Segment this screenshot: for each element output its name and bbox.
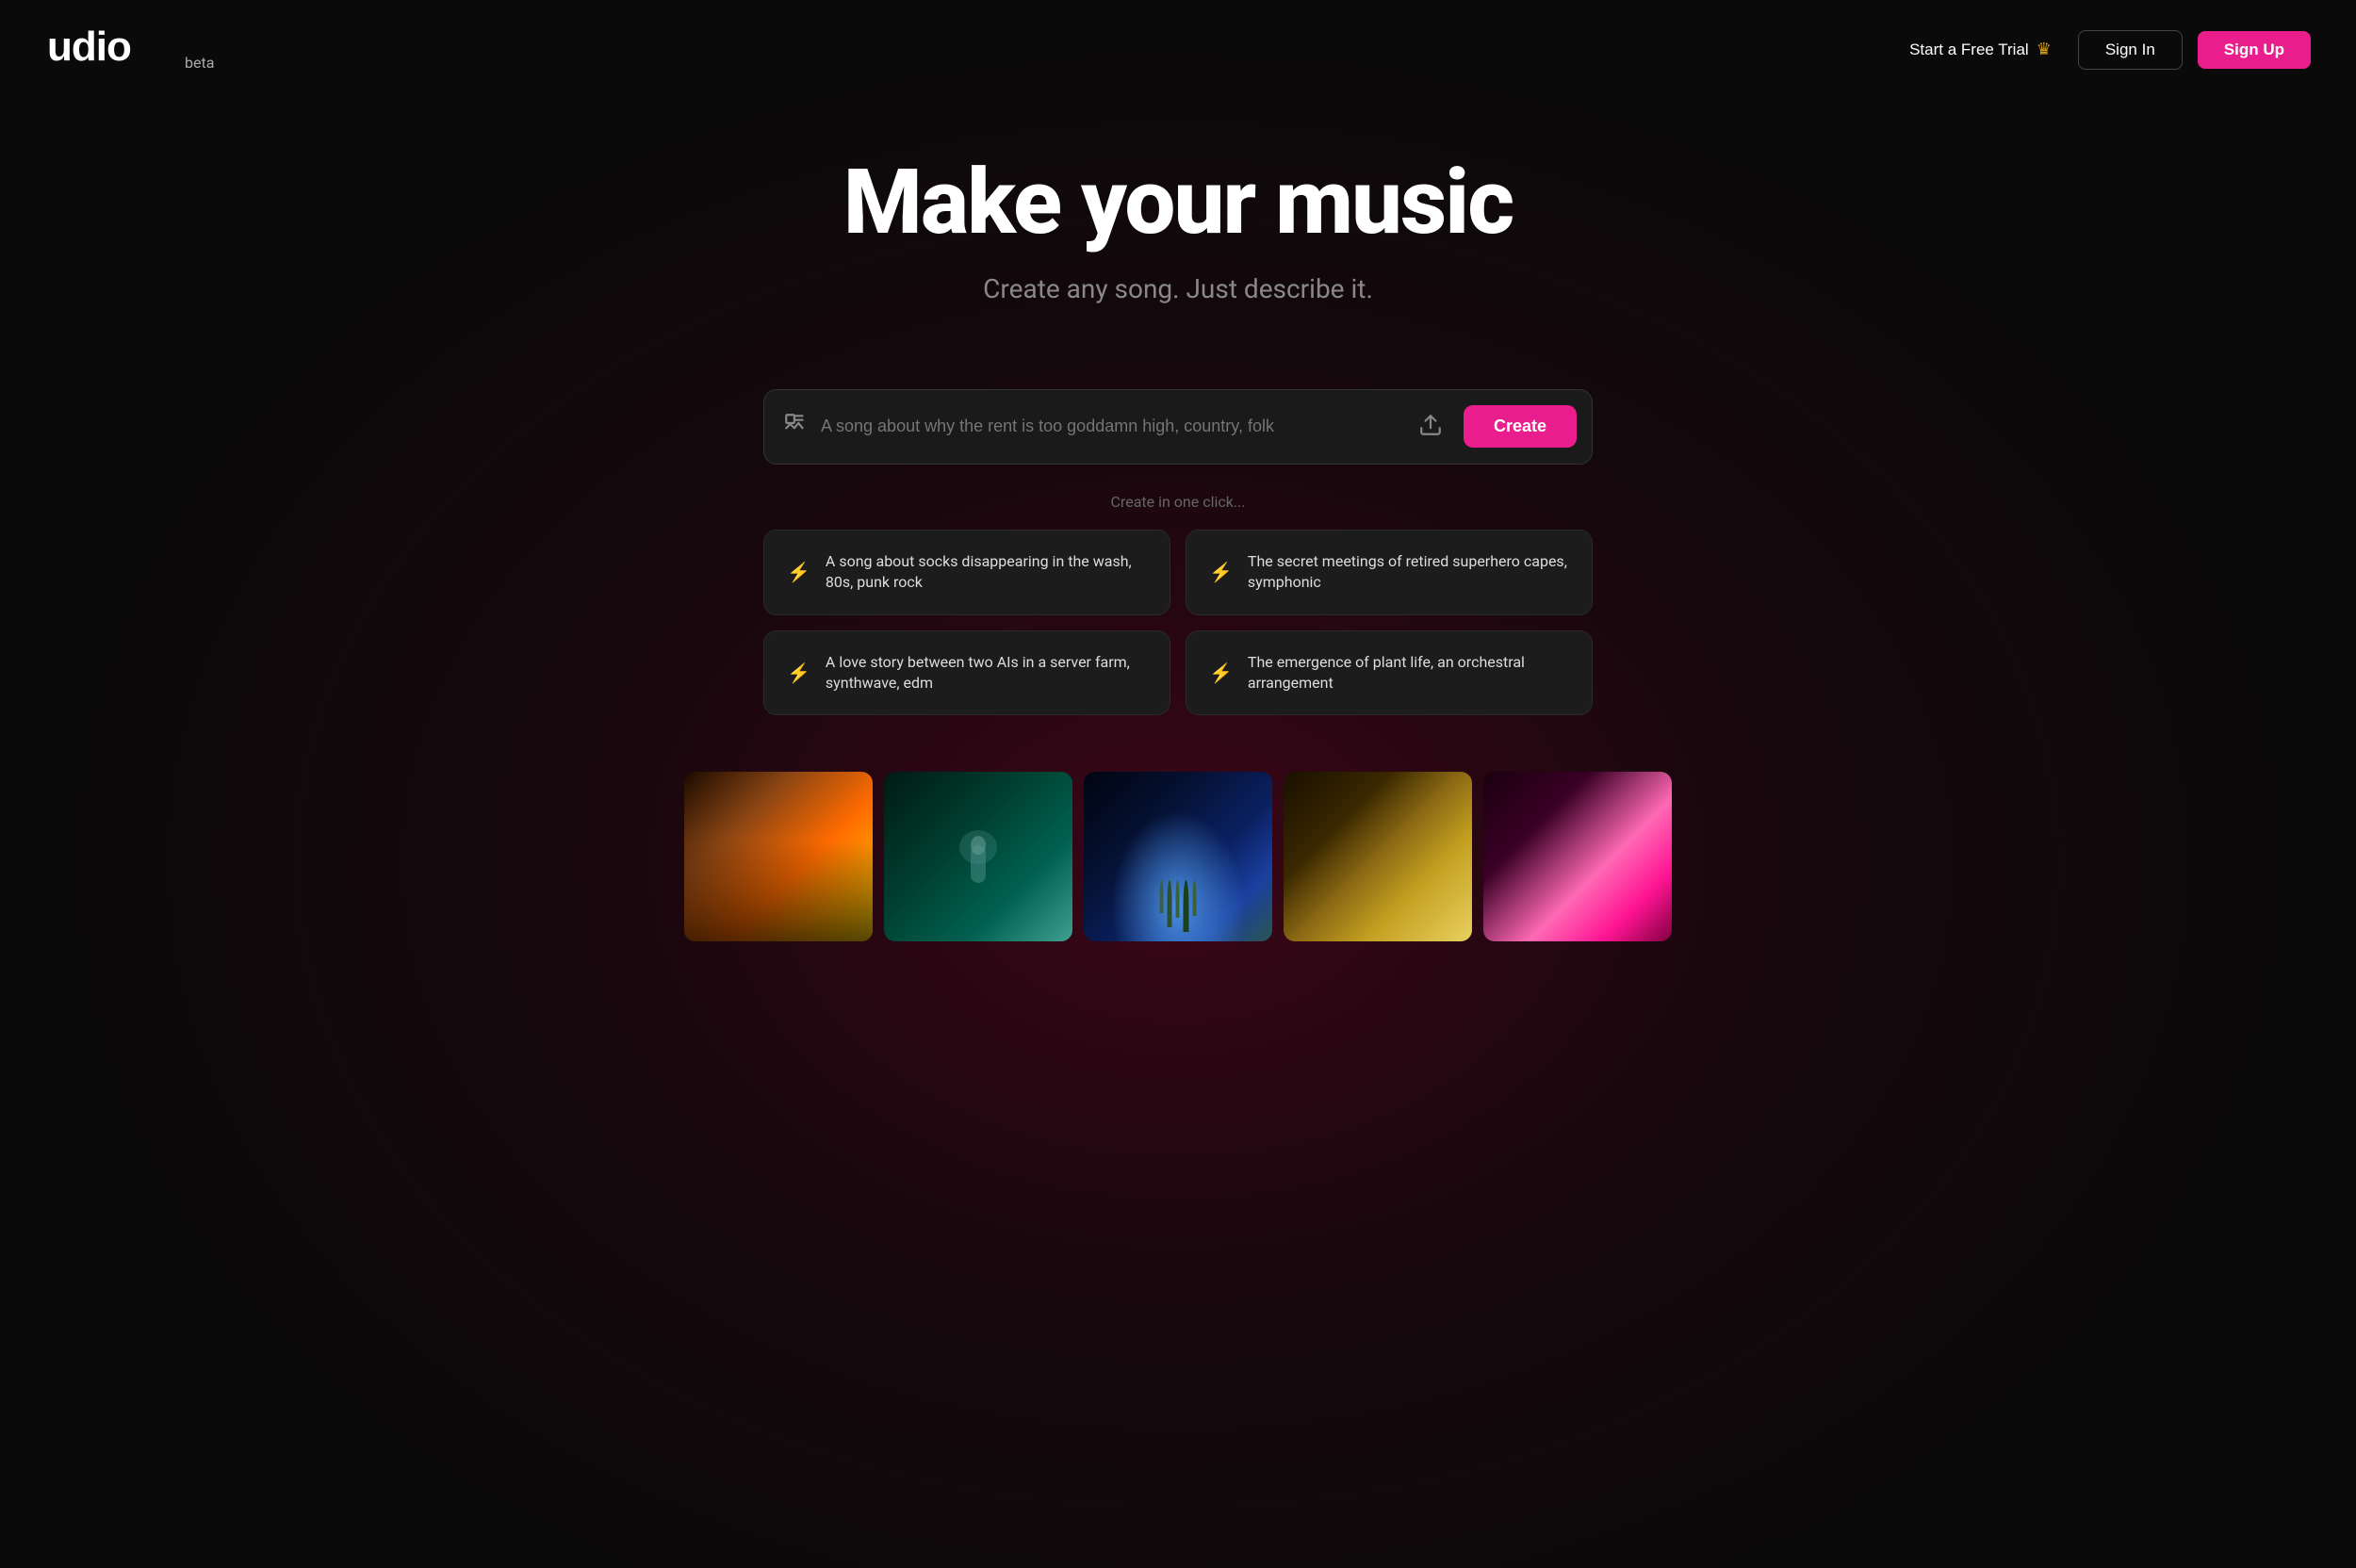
suggestions-grid: ⚡ A song about socks disappearing in the… xyxy=(744,530,1612,716)
search-container: Create xyxy=(744,389,1612,465)
lightning-icon-3: ⚡ xyxy=(787,662,810,684)
free-trial-button[interactable]: Start a Free Trial ♛ xyxy=(1898,32,2063,67)
music-icon xyxy=(783,412,808,442)
suggestion-text-2: The secret meetings of retired superhero… xyxy=(1248,551,1569,594)
create-button[interactable]: Create xyxy=(1464,405,1577,448)
one-click-label: Create in one click... xyxy=(0,493,2356,511)
logo: udio xyxy=(45,23,177,76)
hero-subtitle: Create any song. Just describe it. xyxy=(19,273,2337,304)
sign-in-button[interactable]: Sign In xyxy=(2078,30,2183,70)
suggestion-text-3: A love story between two AIs in a server… xyxy=(826,652,1147,694)
suggestion-card-2[interactable]: ⚡ The secret meetings of retired superhe… xyxy=(1186,530,1593,615)
sign-up-button[interactable]: Sign Up xyxy=(2198,31,2311,69)
upload-icon[interactable] xyxy=(1411,405,1450,449)
free-trial-label: Start a Free Trial xyxy=(1909,41,2029,59)
logo-area: udio beta xyxy=(45,23,214,76)
lightning-icon-2: ⚡ xyxy=(1209,561,1233,583)
search-bar: Create xyxy=(763,389,1593,465)
strip-card-3[interactable] xyxy=(1084,772,1272,941)
suggestion-text-4: The emergence of plant life, an orchestr… xyxy=(1248,652,1569,694)
hero-section: Make your music Create any song. Just de… xyxy=(0,99,2356,389)
lightning-icon-4: ⚡ xyxy=(1209,662,1233,684)
lightning-icon-1: ⚡ xyxy=(787,561,810,583)
header-actions: Start a Free Trial ♛ Sign In Sign Up xyxy=(1898,30,2311,70)
hero-title: Make your music xyxy=(19,155,2337,251)
suggestion-card-4[interactable]: ⚡ The emergence of plant life, an orches… xyxy=(1186,630,1593,716)
search-input[interactable] xyxy=(821,416,1398,436)
image-strip xyxy=(0,772,2356,941)
strip-card-4[interactable] xyxy=(1284,772,1472,941)
svg-text:udio: udio xyxy=(47,24,131,68)
strip-card-5[interactable] xyxy=(1483,772,1672,941)
strip-card-2[interactable] xyxy=(884,772,1072,941)
crown-icon: ♛ xyxy=(2037,40,2052,59)
suggestion-card-1[interactable]: ⚡ A song about socks disappearing in the… xyxy=(763,530,1170,615)
suggestion-card-3[interactable]: ⚡ A love story between two AIs in a serv… xyxy=(763,630,1170,716)
strip-card-1[interactable] xyxy=(684,772,873,941)
header: udio beta Start a Free Trial ♛ Sign In S… xyxy=(0,0,2356,99)
suggestion-text-1: A song about socks disappearing in the w… xyxy=(826,551,1147,594)
beta-label: beta xyxy=(185,54,214,72)
